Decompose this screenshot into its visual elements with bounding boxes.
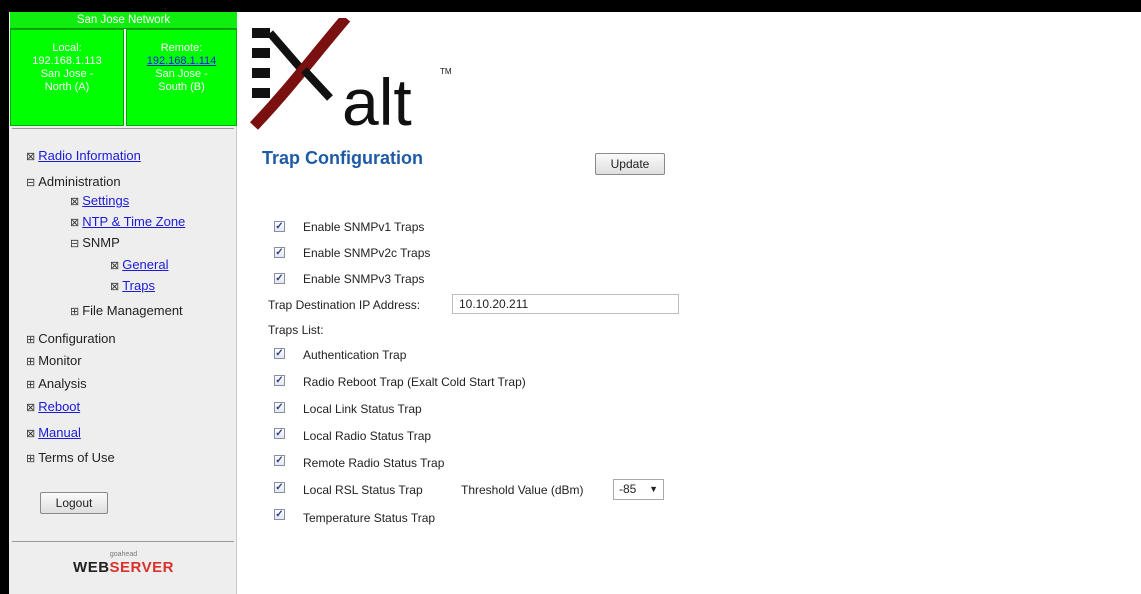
- snmpv1-label: Enable SNMPv1 Traps: [303, 220, 425, 234]
- nav-file-management[interactable]: ⊞ File Management: [70, 303, 183, 320]
- temperature-status-trap-label: Temperature Status Trap: [303, 511, 436, 525]
- remote-radio-box: Remote: 192.168.1.114 San Jose - South (…: [126, 29, 237, 126]
- temperature-status-trap-checkbox[interactable]: ✓: [274, 509, 285, 520]
- trap-destination-ip-input[interactable]: 10.10.20.211: [452, 294, 679, 314]
- leaf-node-icon: ⊠: [26, 428, 36, 440]
- authentication-trap-label: Authentication Trap: [303, 348, 407, 362]
- collapse-icon[interactable]: ⊟: [70, 238, 79, 250]
- local-radio-status-trap-label: Local Radio Status Trap: [303, 429, 432, 443]
- nav-monitor[interactable]: ⊞ Monitor: [26, 353, 82, 370]
- sidebar-divider: [12, 128, 234, 129]
- remote-name-line1: San Jose -: [155, 68, 208, 80]
- logo-vendor-text: goahead: [109, 551, 138, 558]
- local-link-status-trap-label: Local Link Status Trap: [303, 402, 422, 416]
- remote-name-line2: South (B): [158, 81, 205, 93]
- window-top-border: [0, 0, 1141, 12]
- nav-reboot-link[interactable]: Reboot: [38, 399, 80, 414]
- nav-monitor-label: Monitor: [38, 353, 82, 368]
- page-title: Trap Configuration: [262, 148, 423, 168]
- leaf-node-icon: ⊠: [26, 151, 36, 163]
- snmpv2c-checkbox[interactable]: ✓: [274, 247, 285, 258]
- leaf-node-icon: ⊠: [70, 217, 80, 229]
- local-rsl-status-trap-checkbox[interactable]: ✓: [274, 482, 285, 493]
- expand-icon[interactable]: ⊞: [26, 379, 35, 391]
- logo-alt-text: alt: [342, 65, 412, 130]
- exalt-logo: alt TM: [250, 18, 452, 130]
- leaf-node-icon: ⊠: [26, 402, 36, 414]
- radio-reboot-trap-label: Radio Reboot Trap (Exalt Cold Start Trap…: [303, 375, 526, 389]
- network-title: San Jose Network: [10, 12, 237, 29]
- nav-traps[interactable]: ⊠ Traps: [110, 278, 155, 295]
- goahead-webserver-logo: goahead WEBSERVER: [59, 551, 188, 581]
- nav-file-management-label: File Management: [82, 303, 183, 318]
- local-radio-status-trap-checkbox[interactable]: ✓: [274, 428, 285, 439]
- authentication-trap-checkbox[interactable]: ✓: [274, 348, 285, 359]
- logo-tm-text: TM: [440, 67, 452, 76]
- expand-icon[interactable]: ⊞: [26, 356, 35, 368]
- nav-reboot[interactable]: ⊠ Reboot: [26, 399, 80, 416]
- local-name-line2: North (A): [44, 81, 90, 93]
- expand-icon[interactable]: ⊞: [70, 306, 79, 318]
- expand-icon[interactable]: ⊞: [26, 334, 35, 346]
- nav-general[interactable]: ⊠ General: [110, 257, 168, 274]
- nav-general-link[interactable]: General: [122, 257, 168, 272]
- local-name-line1: San Jose -: [40, 68, 94, 80]
- local-link-status-trap-checkbox[interactable]: ✓: [274, 402, 285, 413]
- nav-configuration[interactable]: ⊞ Configuration: [26, 331, 116, 348]
- threshold-selected-value: -85: [619, 482, 637, 496]
- nav-radio-information-link[interactable]: Radio Information: [38, 148, 141, 163]
- trap-destination-label: Trap Destination IP Address:: [268, 298, 421, 312]
- threshold-value-select[interactable]: -85 ▼: [613, 479, 664, 500]
- nav-settings[interactable]: ⊠ Settings: [70, 193, 129, 210]
- nav-analysis[interactable]: ⊞ Analysis: [26, 376, 87, 393]
- sidebar-footer-divider: [12, 541, 234, 542]
- nav-terms-of-use[interactable]: ⊞ Terms of Use: [26, 450, 115, 467]
- nav-settings-link[interactable]: Settings: [82, 193, 129, 208]
- traps-list-label: Traps List:: [268, 323, 324, 337]
- snmpv3-checkbox[interactable]: ✓: [274, 273, 285, 284]
- dropdown-arrow-icon: ▼: [649, 484, 658, 494]
- local-label: Local:: [52, 42, 82, 54]
- threshold-value-label: Threshold Value (dBm): [461, 483, 584, 497]
- radio-reboot-trap-checkbox[interactable]: ✓: [274, 375, 285, 386]
- nav-traps-link[interactable]: Traps: [122, 278, 155, 293]
- leaf-node-icon: ⊠: [70, 196, 80, 208]
- local-radio-box: Local: 192.168.1.113 San Jose - North (A…: [10, 29, 124, 126]
- remote-label: Remote:: [160, 42, 203, 54]
- remote-radio-status-trap-checkbox[interactable]: ✓: [274, 455, 285, 466]
- remote-radio-status-trap-label: Remote Radio Status Trap: [303, 456, 445, 470]
- local-ip: 192.168.1.113: [32, 55, 102, 67]
- remote-ip-link[interactable]: 192.168.1.114: [147, 55, 217, 67]
- nav-analysis-label: Analysis: [38, 376, 87, 391]
- nav-configuration-label: Configuration: [38, 331, 116, 346]
- leaf-node-icon: ⊠: [110, 260, 120, 272]
- nav-manual[interactable]: ⊠ Manual: [26, 425, 81, 442]
- nav-terms-of-use-label: Terms of Use: [38, 450, 115, 465]
- expand-icon[interactable]: ⊞: [26, 453, 35, 465]
- nav-administration-label: Administration: [38, 174, 121, 189]
- logo-web-text: WEB: [73, 559, 110, 576]
- logo-server-text: SERVER: [109, 559, 174, 576]
- collapse-icon[interactable]: ⊟: [26, 177, 35, 189]
- snmpv1-checkbox[interactable]: ✓: [274, 221, 285, 232]
- nav-radio-information[interactable]: ⊠ Radio Information: [26, 148, 141, 165]
- nav-manual-link[interactable]: Manual: [38, 425, 81, 440]
- snmpv3-label: Enable SNMPv3 Traps: [303, 272, 425, 286]
- nav-ntp-time-zone[interactable]: ⊠ NTP & Time Zone: [70, 214, 185, 231]
- snmpv2c-label: Enable SNMPv2c Traps: [303, 246, 431, 260]
- update-button[interactable]: Update: [595, 153, 665, 175]
- leaf-node-icon: ⊠: [110, 281, 120, 293]
- nav-ntp-time-zone-link[interactable]: NTP & Time Zone: [82, 214, 185, 229]
- local-rsl-status-trap-label: Local RSL Status Trap: [303, 483, 423, 497]
- nav-snmp-label: SNMP: [82, 235, 120, 250]
- window-left-border: [0, 0, 9, 594]
- nav-snmp[interactable]: ⊟ SNMP: [70, 235, 120, 252]
- nav-administration[interactable]: ⊟ Administration: [26, 174, 121, 191]
- logout-button[interactable]: Logout: [40, 492, 108, 514]
